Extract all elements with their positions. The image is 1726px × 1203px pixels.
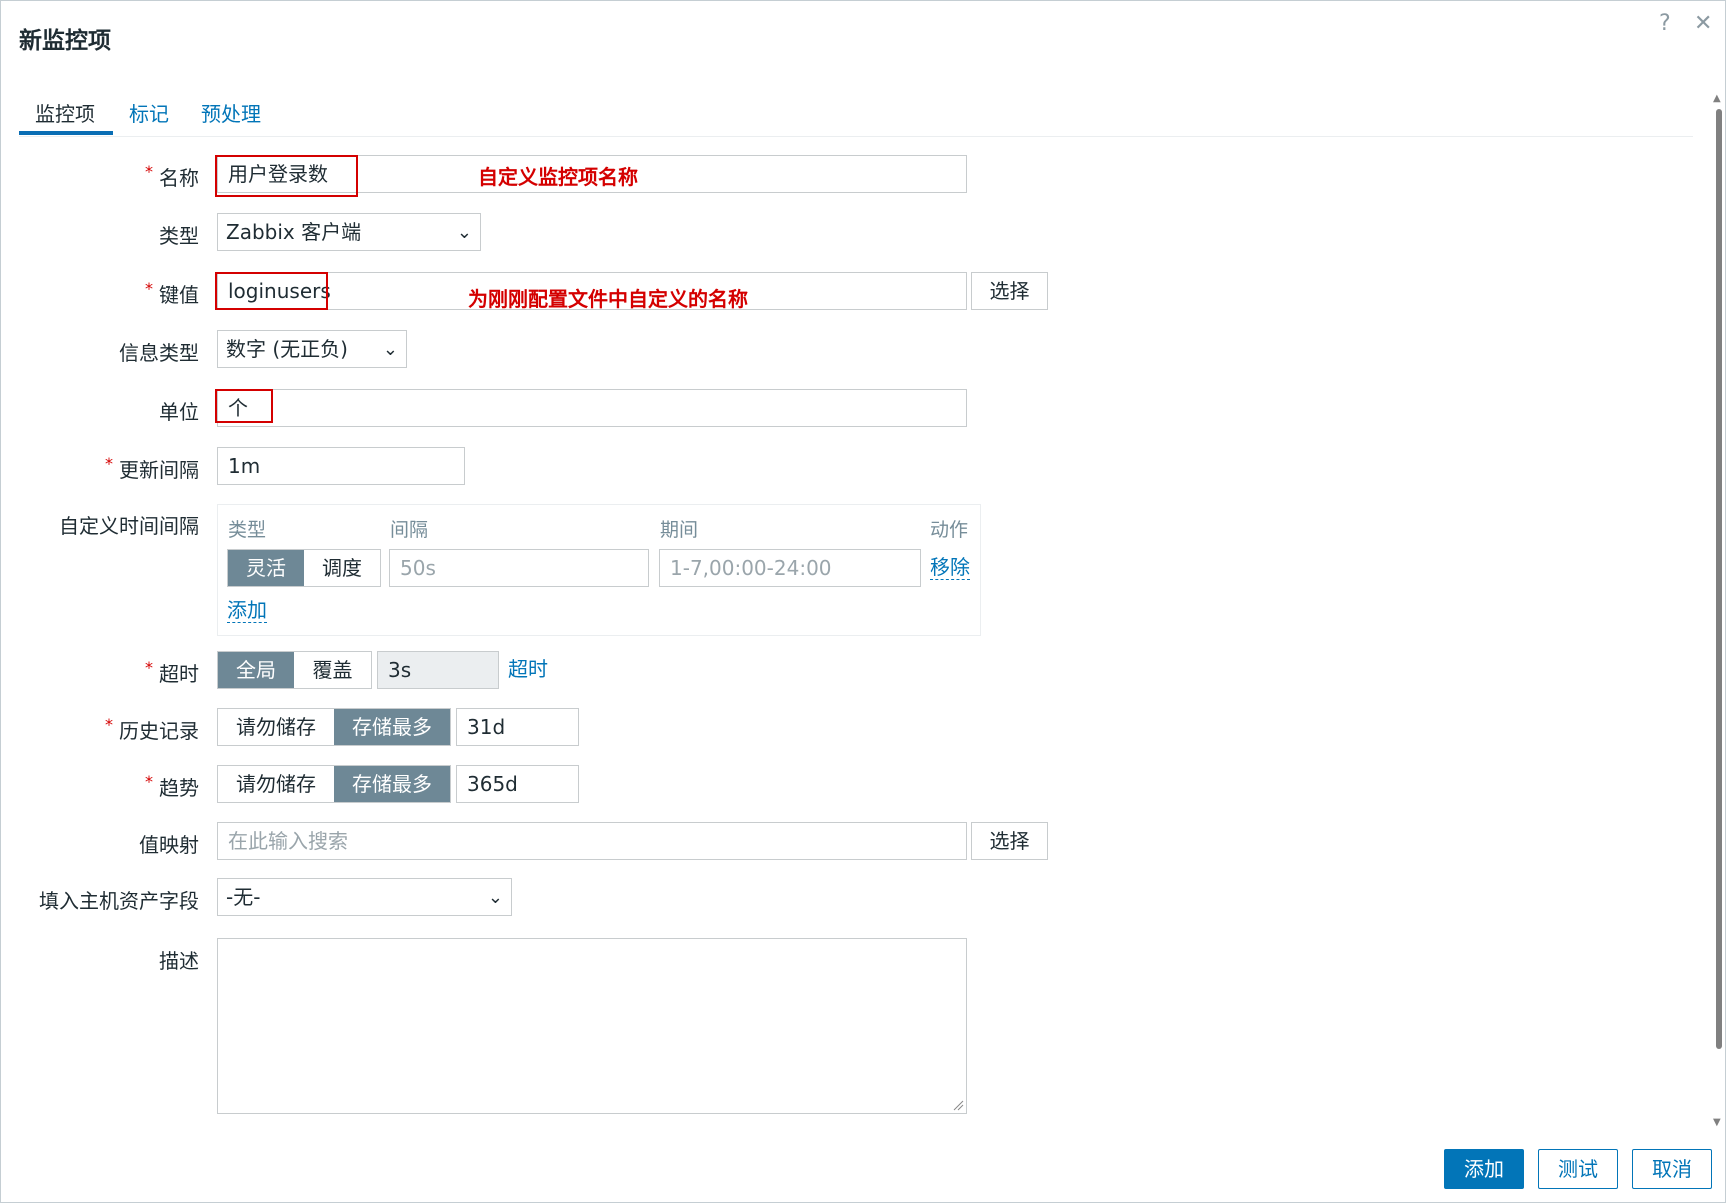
timeout-label: * 超时: [145, 658, 199, 686]
timeout-override[interactable]: 覆盖: [294, 652, 371, 688]
value-map-select-button[interactable]: 选择: [971, 822, 1048, 860]
history-toggle[interactable]: 请勿储存 存储最多: [217, 708, 451, 746]
info-type-select[interactable]: 数字 (无正负) ⌄: [217, 330, 407, 368]
interval-delay-input[interactable]: 50s: [389, 549, 649, 587]
cancel-button[interactable]: 取消: [1632, 1149, 1712, 1189]
unit-label: 单位: [159, 400, 199, 424]
trends-store-up-to[interactable]: 存储最多: [334, 766, 450, 802]
new-item-dialog: 新监控项 ? ✕ 监控项 标记 预处理 * 名称 用户登录数 自定义监控项名称 类…: [0, 0, 1726, 1203]
chevron-down-icon: ⌄: [382, 339, 398, 360]
interval-type-scheduling[interactable]: 调度: [304, 550, 380, 586]
update-interval-label: * 更新间隔: [105, 454, 199, 482]
name-label: * 名称: [145, 162, 199, 190]
scroll-up-icon[interactable]: ▲: [1713, 93, 1721, 104]
tab-bar: 监控项 标记 预处理: [19, 96, 1693, 137]
type-label: 类型: [159, 224, 199, 248]
key-label: * 键值: [145, 279, 199, 307]
trends-do-not-store[interactable]: 请勿储存: [218, 766, 334, 802]
col-action-header: 动作: [930, 519, 969, 541]
timeout-global[interactable]: 全局: [218, 652, 294, 688]
interval-type-flexible[interactable]: 灵活: [228, 550, 304, 586]
history-input[interactable]: 31d: [456, 708, 579, 746]
timeout-toggle[interactable]: 全局 覆盖: [217, 651, 372, 689]
type-select[interactable]: Zabbix 客户端 ⌄: [217, 213, 481, 251]
inventory-label: 填入主机资产字段: [39, 889, 199, 913]
help-icon[interactable]: ?: [1659, 11, 1671, 36]
chevron-down-icon: ⌄: [487, 887, 503, 908]
custom-intervals-table: 类型 间隔 期间 动作 灵活 调度 50s 1-7,00:00-24:00 移除…: [217, 504, 981, 636]
value-map-search-input[interactable]: 在此输入搜索: [217, 822, 967, 860]
col-type-header: 类型: [228, 519, 267, 541]
inventory-select[interactable]: -无- ⌄: [217, 878, 512, 916]
history-do-not-store[interactable]: 请勿储存: [218, 709, 334, 745]
timeout-input[interactable]: 3s: [377, 651, 499, 689]
col-period-header: 期间: [660, 519, 699, 541]
interval-type-toggle[interactable]: 灵活 调度: [227, 549, 381, 587]
tab-item[interactable]: 监控项: [35, 98, 95, 127]
annotation-name: 自定义监控项名称: [478, 165, 638, 189]
interval-period-input[interactable]: 1-7,00:00-24:00: [659, 549, 921, 587]
annotation-box-key: [215, 272, 328, 310]
info-type-select-value: 数字 (无正负): [226, 337, 348, 361]
add-interval-link[interactable]: 添加: [227, 598, 267, 623]
annotation-key: 为刚刚配置文件中自定义的名称: [468, 287, 748, 311]
scrollbar-thumb[interactable]: [1716, 109, 1722, 1049]
description-label: 描述: [159, 949, 199, 973]
trends-input[interactable]: 365d: [456, 765, 579, 803]
tab-tags[interactable]: 标记: [129, 98, 169, 127]
add-button[interactable]: 添加: [1444, 1149, 1524, 1189]
trends-label: * 趋势: [145, 772, 199, 800]
update-interval-input[interactable]: 1m: [217, 447, 465, 485]
active-tab-indicator: [19, 131, 113, 135]
type-select-value: Zabbix 客户端: [226, 220, 362, 244]
history-label: * 历史记录: [105, 715, 199, 743]
timeout-link[interactable]: 超时: [508, 657, 548, 681]
trends-toggle[interactable]: 请勿储存 存储最多: [217, 765, 451, 803]
dialog-title: 新监控项: [19, 28, 111, 54]
value-map-label: 值映射: [139, 833, 199, 857]
inventory-select-value: -无-: [226, 885, 261, 909]
history-store-up-to[interactable]: 存储最多: [334, 709, 450, 745]
remove-interval-link[interactable]: 移除: [930, 555, 970, 580]
annotation-box-name: [215, 155, 358, 197]
description-textarea[interactable]: [217, 938, 967, 1114]
close-icon[interactable]: ✕: [1694, 11, 1712, 36]
chevron-down-icon: ⌄: [456, 222, 472, 243]
unit-input[interactable]: 个: [217, 389, 967, 427]
resize-handle-icon[interactable]: [952, 1099, 964, 1111]
test-button[interactable]: 测试: [1538, 1149, 1618, 1189]
tab-preprocessing[interactable]: 预处理: [201, 98, 261, 127]
info-type-label: 信息类型: [119, 341, 199, 365]
key-select-button[interactable]: 选择: [971, 272, 1048, 310]
col-interval-header: 间隔: [390, 519, 429, 541]
scroll-down-icon[interactable]: ▼: [1713, 1117, 1721, 1128]
custom-intervals-label: 自定义时间间隔: [59, 514, 199, 538]
annotation-box-unit: [215, 389, 273, 423]
